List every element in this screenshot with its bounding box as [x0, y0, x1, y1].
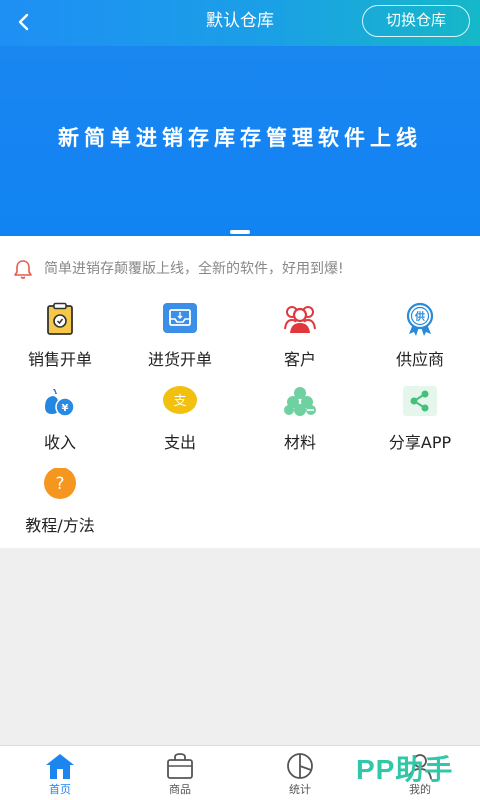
grid-label: 支出 [163, 433, 196, 452]
grid-item-materials[interactable]: 材料 [240, 385, 360, 465]
expense-coin-icon: 支 [163, 386, 197, 414]
grid-label: 销售开单 [27, 350, 92, 369]
question-icon-text: ? [55, 474, 64, 494]
grid-item-expense[interactable]: 支 支出 [120, 385, 240, 465]
grid-label: 客户 [283, 350, 316, 369]
bell-icon [14, 260, 32, 279]
grid-item-sales-order[interactable]: 销售开单 [0, 302, 120, 382]
supplier-icon-text: 供 [414, 310, 425, 323]
tab-products[interactable]: 商品 [120, 746, 240, 800]
tab-label: 统计 [289, 783, 311, 796]
notice-text: 简单进销存颠覆版上线，全新的软件，好用到爆! [44, 261, 344, 277]
pie-chart-icon [287, 753, 313, 779]
grid-item-share-app[interactable]: 分享APP [360, 385, 480, 465]
grid-label: 分享APP [388, 433, 452, 452]
grid-label: 进货开单 [147, 350, 212, 369]
grid-label: 材料 [283, 433, 316, 452]
clipboard-icon [47, 302, 73, 335]
back-arrow-icon[interactable] [12, 8, 38, 36]
money-bag-icon: ¥ [45, 389, 75, 417]
switch-warehouse-button[interactable]: 切换仓库 [362, 5, 470, 37]
promo-banner[interactable]: 新简单进销存库存管理软件上线 [0, 46, 480, 236]
expense-icon-text: 支 [173, 394, 186, 409]
grid-item-tutorial[interactable]: ? 教程/方法 [0, 468, 120, 548]
grid-item-customers[interactable]: 客户 [240, 302, 360, 382]
svg-text:¥: ¥ [62, 403, 69, 414]
question-icon: ? [44, 468, 76, 499]
banner-text: 新简单进销存库存管理软件上线 [58, 126, 422, 150]
grid-item-suppliers[interactable]: 供 供应商 [360, 302, 480, 382]
share-icon [403, 386, 437, 416]
grid-label: 教程/方法 [25, 516, 95, 535]
materials-cloud-icon [284, 387, 316, 416]
grid-label: 收入 [43, 433, 76, 452]
people-icon [284, 306, 316, 333]
banner-page-indicator [230, 230, 250, 234]
home-icon [46, 754, 74, 779]
grid-item-income[interactable]: ¥ 收入 [0, 385, 120, 465]
tab-label: 商品 [169, 783, 191, 796]
grid-item-purchase-order[interactable]: 进货开单 [120, 302, 240, 382]
inbox-icon [163, 303, 197, 333]
main-panel: 简单进销存颠覆版上线，全新的软件，好用到爆! 销售开单 进货开单 客户 供 供应… [0, 236, 480, 548]
supplier-badge-icon: 供 [406, 302, 434, 336]
bag-icon [167, 753, 193, 779]
tab-label: 首页 [49, 783, 71, 796]
watermark-logo: PP助手 [356, 754, 454, 785]
grid-label: 供应商 [395, 350, 444, 369]
app-header: 默认仓库 切换仓库 [0, 0, 480, 46]
tab-home[interactable]: 首页 [0, 746, 120, 800]
tab-statistics[interactable]: 统计 [240, 746, 360, 800]
